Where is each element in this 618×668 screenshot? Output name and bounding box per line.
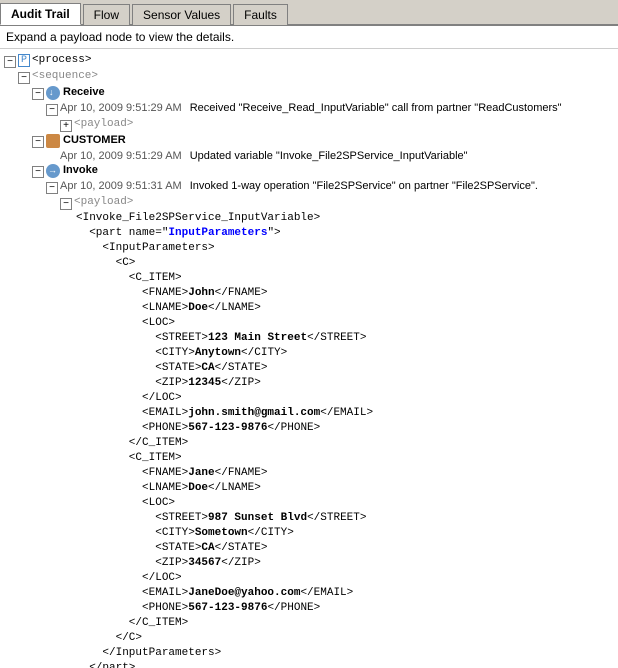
xml-line-28: </C_ITEM> bbox=[76, 616, 614, 631]
process-label: P<process> bbox=[18, 54, 91, 66]
receive-node: − Receive bbox=[32, 85, 614, 101]
xml-line-21: <STREET>987 Sunset Blvd</STREET> bbox=[76, 511, 614, 526]
xml-line-23: <STATE>CA</STATE> bbox=[76, 541, 614, 556]
xml-line-17: <C_ITEM> bbox=[76, 451, 614, 466]
xml-line-7: <LNAME>Doe</LNAME> bbox=[76, 301, 614, 316]
xml-line-22: <CITY>Sometown</CITY> bbox=[76, 526, 614, 541]
receive-label: Receive bbox=[63, 86, 105, 98]
customer-timestamp: Apr 10, 2009 9:51:29 AM bbox=[60, 150, 182, 162]
customer-label: CUSTOMER bbox=[63, 134, 126, 146]
sequence-node: − <sequence> bbox=[18, 69, 614, 85]
invoke-log-1: − Apr 10, 2009 9:51:31 AM Invoked 1-way … bbox=[46, 179, 614, 195]
xml-line-16: </C_ITEM> bbox=[76, 436, 614, 451]
receive-timestamp: Apr 10, 2009 9:51:29 AM bbox=[60, 102, 182, 114]
tab-bar: Audit Trail Flow Sensor Values Faults bbox=[0, 0, 618, 26]
tab-sensor-values[interactable]: Sensor Values bbox=[132, 4, 231, 25]
invoke-icon bbox=[46, 164, 60, 178]
tab-flow[interactable]: Flow bbox=[83, 4, 130, 25]
xml-line-6: <FNAME>John</FNAME> bbox=[76, 286, 614, 301]
process-toggle[interactable]: − bbox=[4, 56, 16, 68]
receive-toggle[interactable]: − bbox=[32, 88, 44, 100]
xml-line-26: <EMAIL>JaneDoe@yahoo.com</EMAIL> bbox=[76, 586, 614, 601]
receive-message: Received "Receive_Read_InputVariable" ca… bbox=[190, 102, 614, 114]
customer-log-1: Apr 10, 2009 9:51:29 AM Updated variable… bbox=[60, 149, 614, 163]
customer-toggle[interactable]: − bbox=[32, 136, 44, 148]
xml-line-15: <PHONE>567-123-9876</PHONE> bbox=[76, 421, 614, 436]
receive-payload-label: <payload> bbox=[74, 118, 133, 130]
receive-icon bbox=[46, 86, 60, 100]
invoke-toggle[interactable]: − bbox=[32, 166, 44, 178]
invoke-timestamp: Apr 10, 2009 9:51:31 AM bbox=[60, 180, 182, 192]
xml-line-11: <STATE>CA</STATE> bbox=[76, 361, 614, 376]
xml-line-19: <LNAME>Doe</LNAME> bbox=[76, 481, 614, 496]
invoke-payload: − <payload> bbox=[60, 195, 614, 211]
xml-line-25: </LOC> bbox=[76, 571, 614, 586]
xml-line-24: <ZIP>34567</ZIP> bbox=[76, 556, 614, 571]
xml-line-5: <C_ITEM> bbox=[76, 271, 614, 286]
customer-node: − CUSTOMER bbox=[32, 133, 614, 149]
xml-line-4: <C> bbox=[76, 256, 614, 271]
customer-icon bbox=[46, 134, 60, 148]
xml-line-1: <Invoke_File2SPService_InputVariable> bbox=[76, 211, 614, 226]
receive-payload: + <payload> bbox=[60, 117, 614, 133]
xml-line-3: <InputParameters> bbox=[76, 241, 614, 256]
xml-line-9: <STREET>123 Main Street</STREET> bbox=[76, 331, 614, 346]
invoke-payload-label: <payload> bbox=[74, 196, 133, 208]
xml-line-12: <ZIP>12345</ZIP> bbox=[76, 376, 614, 391]
info-bar: Expand a payload node to view the detail… bbox=[0, 26, 618, 49]
customer-message: Updated variable "Invoke_File2SPService_… bbox=[190, 150, 614, 162]
xml-line-20: <LOC> bbox=[76, 496, 614, 511]
xml-line-8: <LOC> bbox=[76, 316, 614, 331]
receive-log-1: − Apr 10, 2009 9:51:29 AM Received "Rece… bbox=[46, 101, 614, 117]
xml-content: <Invoke_File2SPService_InputVariable> <p… bbox=[76, 211, 614, 668]
xml-line-2: <part name="InputParameters"> bbox=[76, 226, 614, 241]
xml-line-27: <PHONE>567-123-9876</PHONE> bbox=[76, 601, 614, 616]
invoke-message: Invoked 1-way operation "File2SPService"… bbox=[190, 180, 614, 192]
xml-line-29: </C> bbox=[76, 631, 614, 646]
xml-line-14: <EMAIL>john.smith@gmail.com</EMAIL> bbox=[76, 406, 614, 421]
invoke-node: − Invoke bbox=[32, 163, 614, 179]
xml-line-18: <FNAME>Jane</FNAME> bbox=[76, 466, 614, 481]
sequence-toggle[interactable]: − bbox=[18, 72, 30, 84]
invoke-payload-toggle[interactable]: − bbox=[60, 198, 72, 210]
invoke-label: Invoke bbox=[63, 164, 98, 176]
xml-line-30: </InputParameters> bbox=[76, 646, 614, 661]
tab-faults[interactable]: Faults bbox=[233, 4, 288, 25]
invoke-log-toggle[interactable]: − bbox=[46, 182, 58, 194]
receive-payload-toggle[interactable]: + bbox=[60, 120, 72, 132]
content-area: − P<process> − <sequence> − Receive − Ap… bbox=[0, 49, 618, 668]
xml-line-10: <CITY>Anytown</CITY> bbox=[76, 346, 614, 361]
process-node: − P<process> bbox=[4, 53, 614, 69]
receive-log-toggle[interactable]: − bbox=[46, 104, 58, 116]
xml-line-13: </LOC> bbox=[76, 391, 614, 406]
tab-audit-trail[interactable]: Audit Trail bbox=[0, 3, 81, 25]
sequence-label: <sequence> bbox=[32, 70, 98, 82]
